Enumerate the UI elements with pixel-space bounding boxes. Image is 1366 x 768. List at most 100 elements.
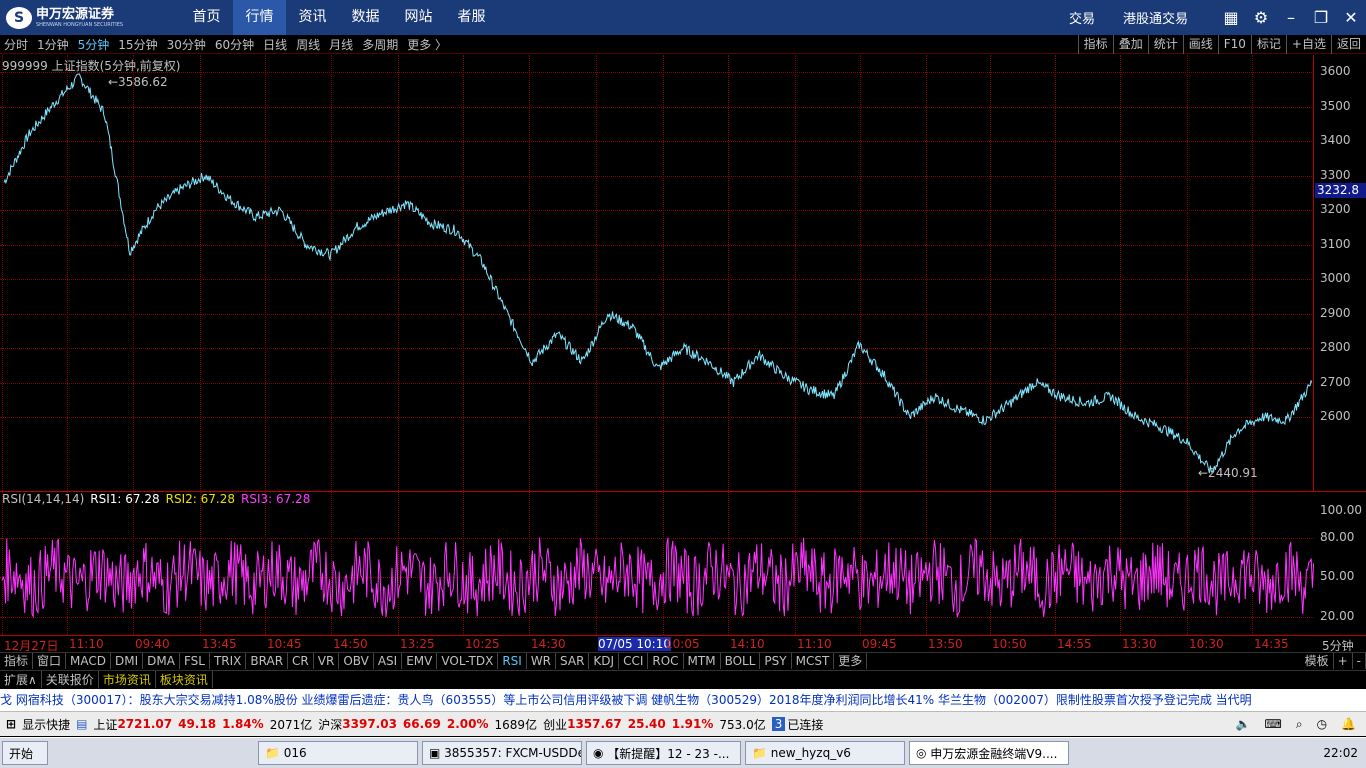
indicator-tab[interactable]: DMI — [111, 653, 144, 669]
indicator-tab[interactable]: ASI — [374, 653, 403, 669]
task-item[interactable]: 📁 016 — [258, 741, 418, 765]
y-tick-label: 3300 — [1320, 167, 1351, 182]
hs-price: 3397.03 — [342, 717, 397, 731]
time-label: 14:50 — [333, 637, 368, 651]
task-item[interactable]: ◉ 【新提醒】12 - 23 -... — [586, 741, 741, 765]
taskbar: 开始 📁 016 ▣ 3855357: FXCM-USDDe... ◉ 【新提醒… — [0, 737, 1366, 768]
sh-amount: 2071亿 — [269, 717, 313, 732]
speaker-icon[interactable]: 🔈 — [1236, 717, 1251, 732]
rsi-tick-label: 100.00 — [1320, 503, 1362, 517]
news-tabs: 扩展∧ 关联报价 市场资讯 板块资讯 — [0, 670, 1366, 688]
task-label: 申万宏源金融终端V9.... — [930, 746, 1058, 761]
time-label: 14:30 — [531, 637, 566, 651]
news-ticker[interactable]: 戈 网宿科技（300017）：股东大宗交易减持1.08%股份 业绩爆雷后遗症：贵… — [0, 689, 1366, 711]
indicator-tab[interactable]: DMA — [143, 653, 180, 669]
y-tick-label: 3000 — [1320, 271, 1351, 285]
clock-icon[interactable]: ◷ — [1317, 717, 1327, 732]
indicator-tab[interactable]: TRIX — [210, 653, 247, 669]
indicator-tab[interactable]: EMV — [402, 653, 438, 669]
y-tick-label: 2900 — [1320, 305, 1351, 320]
plus-icon[interactable]: ⊞ — [6, 717, 16, 731]
indicator-tab[interactable]: RSI — [498, 653, 527, 669]
indicator-tab[interactable]: BRAR — [246, 653, 289, 669]
y-tick-label: 3400 — [1320, 133, 1351, 147]
app-icon: ◎ — [916, 746, 931, 760]
indicator-tab[interactable]: CCI — [619, 653, 649, 669]
task-label: 【新提醒】12 - 23 -... — [607, 746, 730, 761]
indicator-tab[interactable]: VOL-TDX — [437, 653, 499, 669]
chart-title: 999999 上证指数(5分钟,前复权) — [2, 59, 181, 73]
connection-status[interactable]: 已连接 — [787, 716, 823, 733]
clock: 22:02 — [1323, 746, 1358, 760]
keyboard-icon[interactable]: ⌨ — [1265, 717, 1282, 732]
expand-tab[interactable]: 扩展∧ — [0, 671, 42, 688]
market-icon: ▤ — [76, 717, 88, 731]
bell-icon[interactable]: 🔔 — [1341, 717, 1356, 732]
indicator-tab[interactable]: KDJ — [589, 653, 620, 669]
time-label: 13:30 — [1122, 637, 1157, 651]
time-label: 10:30 — [1189, 637, 1224, 651]
price-chart-panel[interactable] — [0, 55, 1314, 491]
rsi1-value: RSI1: 67.28 — [90, 492, 160, 506]
task-label: 016 — [283, 746, 307, 760]
remove-window-button[interactable]: - — [1353, 653, 1366, 669]
app-icon: ▣ — [429, 746, 445, 760]
sh-price: 2721.07 — [117, 717, 173, 731]
hs-label: 沪深 — [318, 717, 343, 732]
hs-pct: 2.00% — [446, 717, 489, 731]
related-quote-tab[interactable]: 关联报价 — [42, 671, 99, 688]
time-label: 13:50 — [928, 637, 963, 651]
connection-count: 3 — [771, 717, 786, 731]
indicator-tab[interactable]: PSY — [760, 653, 792, 669]
rsi-series-line — [1, 537, 1315, 619]
hs-change: 66.69 — [402, 717, 441, 731]
rsi-name: RSI(14,14,14) — [2, 492, 85, 506]
time-label: 09:40 — [135, 637, 170, 651]
time-label: 14:10 — [730, 637, 765, 651]
sector-news-tab[interactable]: 板块资讯 — [156, 671, 213, 688]
indicator-tab[interactable]: FSL — [180, 653, 210, 669]
rsi-tick-label: 80.00 — [1320, 530, 1355, 544]
sh-label: 上证 — [93, 717, 118, 732]
y-tick-label: 2700 — [1320, 374, 1351, 389]
sh-change: 49.18 — [178, 717, 217, 731]
start-button[interactable]: 开始 — [2, 741, 48, 765]
cy-amount: 753.0亿 — [719, 717, 766, 732]
indicator-tab[interactable]: ROC — [648, 653, 684, 669]
indicator-bar: 指标 窗口 MACD DMI DMA FSL TRIX BRAR CR VR OBV ASI EMV VO… — [0, 652, 1366, 669]
y-tick-label: 3500 — [1320, 98, 1351, 113]
status-bar: ⊞ 显示快捷 ▤ 上证 2721.07 49.18 1.84% 2071亿 沪深… — [0, 711, 1366, 736]
indicator-tab[interactable]: 指标 — [0, 653, 34, 669]
indicator-tab[interactable]: OBV — [339, 653, 374, 669]
search-icon[interactable]: ⌕ — [1296, 717, 1303, 732]
indicator-tab[interactable]: MCST — [792, 653, 835, 669]
indicator-tab[interactable]: VR — [314, 653, 340, 669]
rsi-tick-label: 20.00 — [1320, 609, 1355, 623]
indicator-tab[interactable]: CR — [288, 653, 314, 669]
time-axis: 12月27日 11:10 09:40 13:45 10:45 14:50 13:25 10:2… — [0, 636, 1366, 653]
y-tick-label: 3100 — [1320, 236, 1351, 251]
rsi-title: RSI(14,14,14) RSI1: 67.28 RSI2: 67.28 RS… — [2, 492, 310, 506]
time-label: 09:45 — [862, 637, 897, 651]
market-news-tab[interactable]: 市场资讯 — [99, 671, 156, 688]
indicator-tab[interactable]: 更多 — [834, 653, 868, 669]
time-label: 11:10 — [797, 637, 832, 651]
indicator-tab[interactable]: SAR — [556, 653, 590, 669]
task-item[interactable]: 📁 new_hyzq_v6 — [745, 741, 905, 765]
quick-display[interactable]: 显示快捷 — [22, 716, 70, 733]
indicator-tab[interactable]: 窗口 — [33, 653, 67, 669]
task-item-active[interactable]: ◎ 申万宏源金融终端V9.... — [909, 741, 1069, 765]
add-window-button[interactable]: + — [1334, 653, 1353, 669]
cy-change: 25.40 — [627, 717, 666, 731]
task-item[interactable]: ▣ 3855357: FXCM-USDDe... — [422, 741, 582, 765]
indicator-tab[interactable]: MACD — [66, 653, 112, 669]
indicator-tab[interactable]: BOLL — [721, 653, 761, 669]
time-label: 11:10 — [69, 637, 104, 651]
indicator-tab[interactable]: MTM — [684, 653, 721, 669]
folder-icon: 📁 — [265, 746, 284, 760]
cy-price: 1357.67 — [567, 717, 622, 731]
time-label: 07/05 10:10 — [598, 637, 671, 651]
indicator-tab[interactable]: WR — [527, 653, 557, 669]
template-button[interactable]: 模板 — [1301, 653, 1334, 669]
sh-pct: 1.84% — [222, 717, 264, 731]
